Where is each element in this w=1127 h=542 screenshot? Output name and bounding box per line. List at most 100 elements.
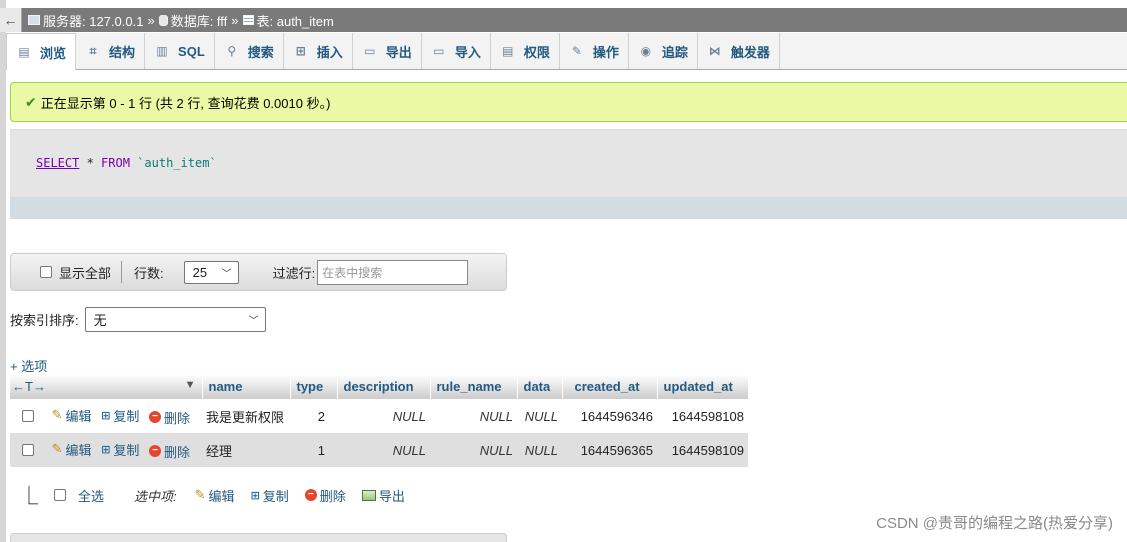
delete-label: 删除 <box>164 410 191 426</box>
sql-query[interactable]: SELECT * FROM `auth_item` <box>36 156 217 170</box>
sql-query-box: SELECT * FROM `auth_item` <box>10 129 1127 219</box>
row-delete-button[interactable]: − 删除 <box>149 408 190 427</box>
column-header-type[interactable]: type <box>290 374 338 399</box>
sort-by-index: 按索引排序: 无 ﹀ <box>10 307 266 332</box>
row-edit-button[interactable]: ✎ 编辑 <box>52 406 92 425</box>
cell-rule-name[interactable]: NULL <box>430 399 517 433</box>
structure-icon: ⌗ <box>89 44 97 58</box>
breadcrumb-table[interactable]: 表: auth_item <box>257 11 334 30</box>
sql-icon: ▥ <box>156 44 168 58</box>
insert-icon: ⊞ <box>295 44 306 58</box>
cell-data[interactable]: NULL <box>517 399 562 433</box>
cell-type[interactable]: 1 <box>290 433 337 467</box>
copy-label: 复制 <box>113 443 140 458</box>
row-checkbox[interactable] <box>22 443 34 456</box>
bulk-copy-button[interactable]: ⊞ 复制 <box>251 486 289 505</box>
tab-label: 操作 <box>592 44 619 60</box>
rows-label: 行数: <box>134 265 164 281</box>
breadcrumb-server[interactable]: 服务器: 127.0.0.1 <box>43 11 143 30</box>
row-copy-button[interactable]: ⊞ 复制 <box>101 406 139 425</box>
tab-tracking[interactable]: ◉ 追踪 <box>629 33 698 69</box>
tab-privileges[interactable]: ▤ 权限 <box>491 33 560 69</box>
privileges-icon: ▤ <box>502 44 514 58</box>
cell-description[interactable]: NULL <box>337 399 430 433</box>
filter-input[interactable]: 在表中搜索 <box>317 259 469 285</box>
column-header-actions: ←T→ ▼ <box>10 374 203 399</box>
copy-icon: ⊞ <box>101 444 111 456</box>
delete-icon: − <box>149 411 162 423</box>
rows-select-value: 25 <box>192 264 208 280</box>
tab-import[interactable]: ▭ 导入 <box>422 33 491 69</box>
cell-updated-at[interactable]: 1644598108 <box>657 399 748 433</box>
sort-label: 按索引排序: <box>10 313 79 328</box>
tab-label: 导出 <box>385 44 412 60</box>
column-header-updated-at[interactable]: updated_at <box>657 374 749 399</box>
tab-insert[interactable]: ⊞ 插入 <box>284 33 353 69</box>
export-icon <box>361 489 376 501</box>
table-row: ✎ 编辑 ⊞ 复制 − 删除 经理 1 NULL NULL NULL 16445963… <box>10 433 748 467</box>
column-header-data[interactable]: data <box>517 374 563 399</box>
sql-keyword-select[interactable]: SELECT <box>36 156 79 170</box>
row-checkbox[interactable] <box>22 409 34 422</box>
column-header-name[interactable]: name <box>202 374 291 399</box>
tab-sql[interactable]: ▥ SQL <box>145 33 215 69</box>
cell-name[interactable]: 经理 <box>202 433 290 467</box>
show-all-checkbox[interactable] <box>40 266 52 278</box>
row-edit-button[interactable]: ✎ 编辑 <box>52 440 92 459</box>
select-all-label[interactable]: 全选 <box>78 486 104 505</box>
import-icon: ▭ <box>433 44 445 58</box>
success-message: ✔ 正在显示第 0 - 1 行 (共 2 行, 查询花费 0.0010 秒。) <box>10 82 1127 122</box>
cell-type[interactable]: 2 <box>290 399 337 433</box>
cell-created-at[interactable]: 1644596365 <box>562 433 657 467</box>
bulk-export-button[interactable]: 导出 <box>361 486 405 505</box>
bulk-delete-button[interactable]: − 删除 <box>304 486 346 505</box>
tab-search[interactable]: ⚲ 搜索 <box>215 33 284 69</box>
tab-structure[interactable]: ⌗ 结构 <box>76 33 146 69</box>
breadcrumb-database[interactable]: 数据库: fff <box>171 11 228 30</box>
column-header-created-at[interactable]: created_at <box>562 374 658 399</box>
delete-label: 删除 <box>164 444 191 460</box>
cell-created-at[interactable]: 1644596346 <box>562 399 657 433</box>
pencil-icon: ✎ <box>194 487 206 502</box>
tab-bar: ▤ 浏览 ⌗ 结构 ▥ SQL ⚲ 搜索 ⊞ 插入 ▭ 导出 ▭ 导入 ▤ 权限 ✎ 操作 ◉ 追踪… <box>6 33 1127 70</box>
tab-label: 搜索 <box>247 44 274 60</box>
tab-browse[interactable]: ▤ 浏览 <box>6 33 77 70</box>
column-header-description[interactable]: description <box>337 374 431 399</box>
options-link[interactable]: + 选项 <box>10 356 47 375</box>
sort-select[interactable]: 无 ﹀ <box>84 307 266 332</box>
column-resize-arrows[interactable]: ←T→ <box>12 379 46 394</box>
copy-icon: ⊞ <box>250 489 260 502</box>
show-all-toggle[interactable]: 显示全部 <box>40 263 111 282</box>
bulk-edit-button[interactable]: ✎ 编辑 <box>195 486 235 505</box>
column-header-rule-name[interactable]: rule_name <box>430 374 518 399</box>
navigation-bar-bottom <box>10 533 507 542</box>
sort-caret-icon[interactable]: ▼ <box>185 379 196 391</box>
row-delete-button[interactable]: − 删除 <box>149 442 190 461</box>
chevron-down-icon: ﹀ <box>248 316 259 327</box>
cell-rule-name[interactable]: NULL <box>430 433 517 467</box>
row-copy-button[interactable]: ⊞ 复制 <box>101 440 139 459</box>
select-all-checkbox[interactable] <box>54 489 66 501</box>
sql-table-name: `auth_item` <box>129 156 217 170</box>
copy-label: 复制 <box>113 409 140 424</box>
pencil-icon: ✎ <box>51 441 63 456</box>
server-icon <box>28 15 40 25</box>
tab-operations[interactable]: ✎ 操作 <box>560 33 629 69</box>
triggers-icon: ⋈ <box>708 44 721 58</box>
table-icon <box>242 15 254 25</box>
cell-updated-at[interactable]: 1644598109 <box>657 433 748 467</box>
back-button[interactable]: ← <box>0 8 22 32</box>
edit-label: 编辑 <box>208 488 235 504</box>
tab-triggers[interactable]: ⋈ 触发器 <box>698 33 780 69</box>
tab-label: 导入 <box>454 44 481 60</box>
cell-data[interactable]: NULL <box>517 433 562 467</box>
left-edge <box>0 0 6 542</box>
cell-description[interactable]: NULL <box>337 433 430 467</box>
rows-select[interactable]: 25 ﹀ <box>183 260 239 284</box>
tab-label: 浏览 <box>40 45 67 61</box>
watermark: CSDN @贵哥的编程之路(热爱分享) <box>876 515 1113 532</box>
edit-label: 编辑 <box>65 442 92 458</box>
tab-export[interactable]: ▭ 导出 <box>353 33 422 69</box>
cell-name[interactable]: 我是更新权限 <box>202 399 290 433</box>
table-row: ✎ 编辑 ⊞ 复制 − 删除 我是更新权限 2 NULL NULL NULL 1644… <box>10 399 748 433</box>
